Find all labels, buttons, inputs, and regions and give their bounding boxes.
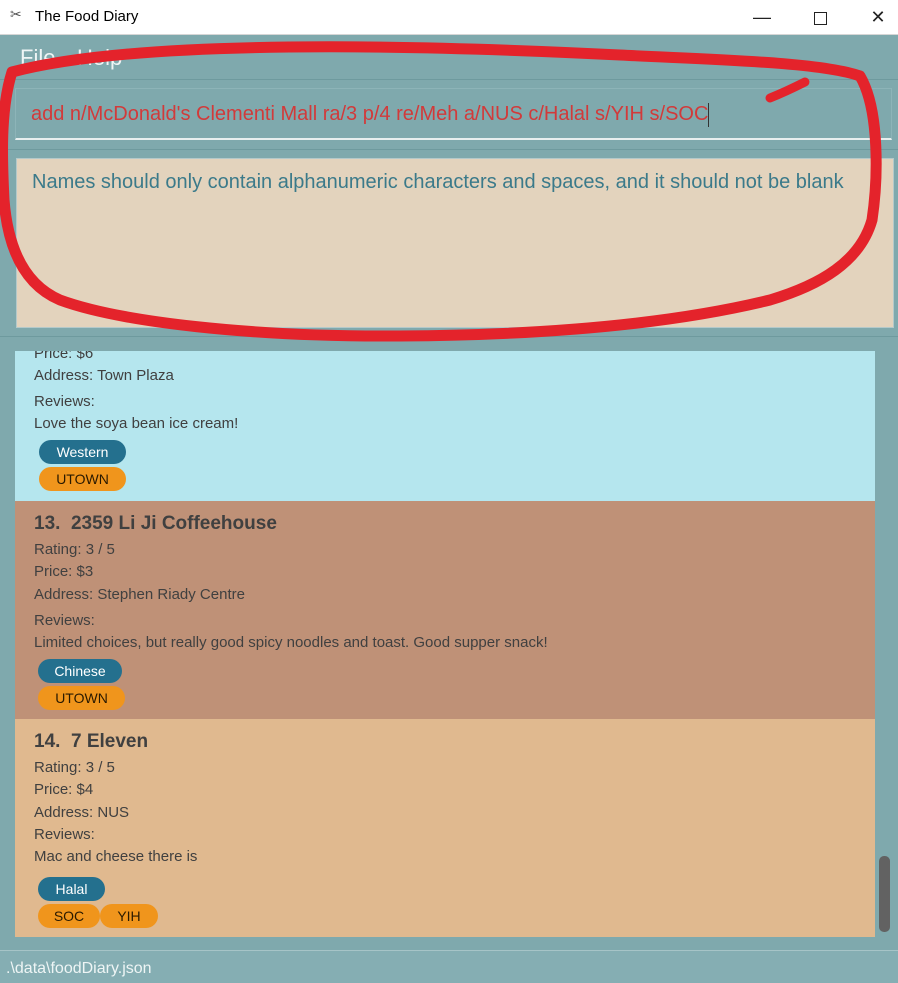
entry-list[interactable]: Price: $6 Address: Town Plaza Reviews: L… [15,351,875,937]
status-bar: .\data\foodDiary.json [0,950,898,983]
text-caret [708,102,710,127]
entry-name: 7 Eleven [70,731,149,752]
entry-review: Love the soya bean ice cream! [34,415,239,432]
window-title: The Food Diary [35,8,139,25]
entry-price: Price: $6 [34,351,94,362]
command-text: add n/McDonald's Clementi Mall ra/3 p/4 … [31,103,709,125]
window-title-bar: ✂ The Food Diary — ✕ [0,0,898,35]
entry-title: 13. 2359 Li Ji Coffeehouse [34,513,277,535]
command-panel: add n/McDonald's Clementi Mall ra/3 p/4 … [0,79,898,150]
entry-review: Mac and cheese there is [34,848,198,865]
close-button[interactable]: ✕ [856,2,898,32]
minimize-button[interactable]: — [740,2,784,32]
category-tag: Western [39,440,126,464]
entry-rating: Rating: 3 / 5 [34,759,115,776]
category-tag: Halal [38,877,105,901]
result-display[interactable]: Names should only contain alphanumeric c… [16,158,894,328]
result-message: Names should only contain alphanumeric c… [32,171,844,193]
school-tag: UTOWN [38,686,125,710]
list-scrollbar-thumb[interactable] [879,856,890,932]
app-icon: ✂ [10,6,22,22]
command-input[interactable]: add n/McDonald's Clementi Mall ra/3 p/4 … [15,88,892,140]
entry-reviews-label: Reviews: [34,612,95,629]
entry-card[interactable]: 13. 2359 Li Ji Coffeehouse Rating: 3 / 5… [15,501,875,719]
maximize-icon [813,11,827,25]
menu-bar: File Help [0,35,898,79]
entry-list-panel: Price: $6 Address: Town Plaza Reviews: L… [0,336,898,951]
entry-review: Limited choices, but really good spicy n… [34,634,548,651]
entry-price: Price: $3 [34,563,94,580]
category-tag: Chinese [38,659,122,683]
entry-index: 14. [34,731,61,752]
school-tag: SOC [38,904,100,928]
entry-reviews-label: Reviews: [34,393,95,410]
entry-reviews-label: Reviews: [34,826,95,843]
entry-name: 2359 Li Ji Coffeehouse [70,513,277,534]
menu-help[interactable]: Help [77,45,122,71]
entry-card[interactable]: 14. 7 Eleven Rating: 3 / 5 Price: $4 Add… [15,719,875,937]
entry-address: Address: Stephen Riady Centre [34,586,245,603]
entry-address: Address: Town Plaza [34,367,174,384]
list-scrollbar[interactable] [877,351,892,937]
result-panel: Names should only contain alphanumeric c… [0,149,898,337]
school-tag: YIH [100,904,158,928]
maximize-button[interactable] [798,2,842,32]
data-file-path: .\data\foodDiary.json [6,960,152,977]
entry-price: Price: $4 [34,781,94,798]
entry-title: 14. 7 Eleven [34,731,148,753]
entry-rating: Rating: 3 / 5 [34,541,115,558]
school-tag: UTOWN [39,467,126,491]
entry-address: Address: NUS [34,804,130,821]
entry-card[interactable]: Price: $6 Address: Town Plaza Reviews: L… [15,351,875,501]
entry-index: 13. [34,513,61,534]
menu-file[interactable]: File [20,45,55,71]
